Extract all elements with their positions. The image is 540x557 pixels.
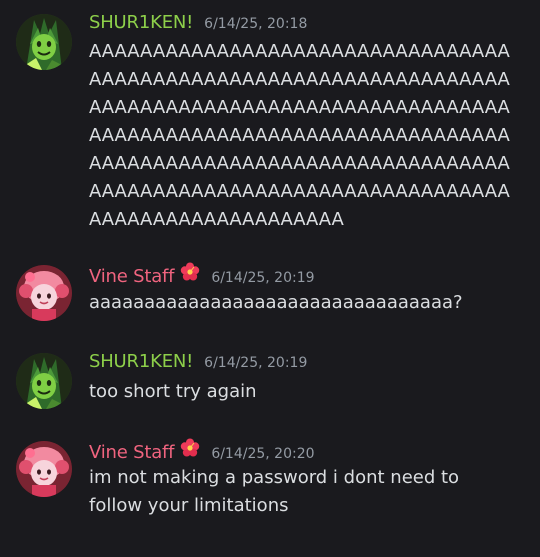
pink-character-avatar-icon[interactable] [16,265,72,321]
message-timestamp: 6/14/25, 20:19 [204,355,308,371]
message-text: too short try again [89,381,257,402]
pink-character-avatar-icon[interactable] [16,441,72,497]
message-timestamp: 6/14/25, 20:20 [211,446,315,462]
message-timestamp: 6/14/25, 20:18 [204,16,308,32]
message-text: im not making a password i dont need to … [89,467,460,516]
message-text: AAAAAAAAAAAAAAAAAAAAAAAAAAAAAAAAAAAAAAAA… [89,41,510,230]
username[interactable]: Vine Staff [89,266,175,287]
hibiscus-flower-icon [181,438,200,457]
message-timestamp: 6/14/25, 20:19 [211,270,315,286]
green-character-avatar-icon[interactable] [16,14,72,70]
username[interactable]: SHUR1KEN! [89,12,193,33]
message-text: aaaaaaaaaaaaaaaaaaaaaaaaaaaaaaaaa? [89,292,463,313]
green-character-avatar-icon[interactable] [16,353,72,409]
hibiscus-flower-icon [181,262,200,281]
username[interactable]: Vine Staff [89,442,175,463]
username[interactable]: SHUR1KEN! [89,351,193,372]
